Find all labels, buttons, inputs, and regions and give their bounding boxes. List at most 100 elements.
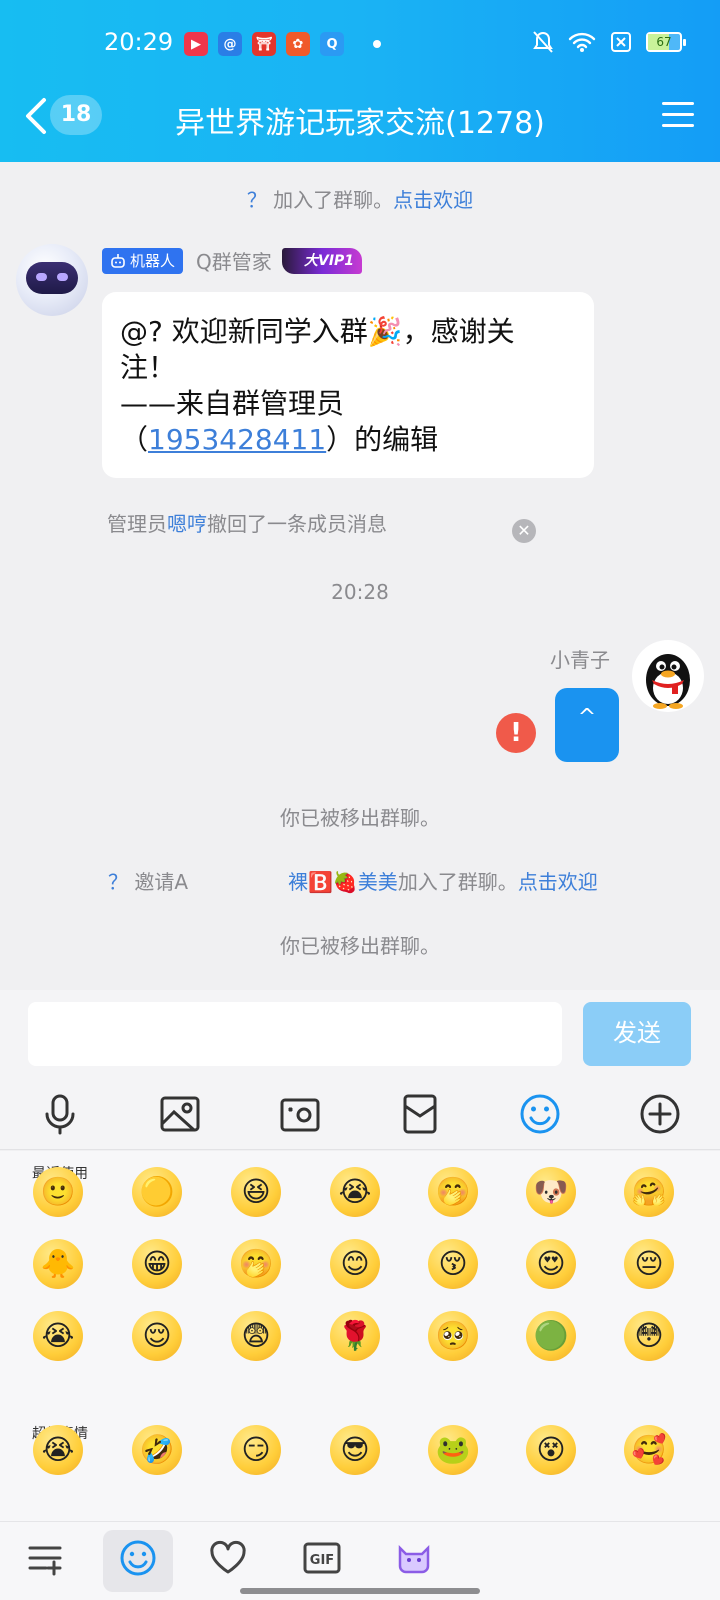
bot-sender-name[interactable]: Q群管家 [196,246,272,275]
recent-emoji[interactable]: 🟡 [132,1167,182,1217]
invite-joiner: 裸🅱️🍓美美加入了群聊。点击欢迎 [288,866,598,895]
battery-level: 67 [656,35,672,49]
smiley-tab-icon[interactable] [118,1538,158,1578]
super-emoji[interactable]: 😭 [33,1425,83,1475]
invitee-names[interactable]: 裸🅱️🍓美美 [288,870,398,894]
status-time: 20:29 [104,28,174,56]
super-emoji[interactable]: 😏 [231,1425,281,1475]
image-icon[interactable] [158,1092,202,1136]
join-text: 加入了群聊。 [273,188,394,212]
bot-message-bubble[interactable]: @? 欢迎新同学入群🎉，感谢关 注！ ——来自群管理员 （1953428411）… [102,292,594,478]
recent-emoji[interactable]: 😭 [330,1167,380,1217]
system-join-message: ？ 加入了群聊。点击欢迎 [0,184,720,213]
emoji-glyph: 😨 [241,1319,271,1352]
message-line: 注！ [120,351,177,384]
emoji-manage-icon[interactable] [26,1538,66,1578]
recent-emoji[interactable]: 😳 [624,1311,674,1361]
gif-icon[interactable]: GIF [302,1538,342,1578]
camera-icon[interactable] [278,1092,322,1136]
recent-emoji[interactable]: 🤭 [428,1167,478,1217]
emoji-glyph: 😍 [536,1247,566,1280]
invite-inviter: ？ 邀请A [108,866,188,895]
recent-emoji[interactable]: 🤭 [231,1239,281,1289]
my-avatar[interactable] [632,640,704,712]
message-line: （1953428411）的编辑 [120,422,576,458]
header-bar: 20:29 ▶ @ ⛩ ✿ Q 67 18 异世界游记玩家交流(1278) [0,0,720,162]
microphone-icon[interactable] [38,1092,82,1136]
super-emoji[interactable]: 🤣 [132,1425,182,1475]
video-app-icon: ▶ [184,32,208,56]
emoji-glyph: 😊 [340,1247,370,1280]
recent-emoji[interactable]: 🐶 [526,1167,576,1217]
recent-emoji[interactable]: 🥺 [428,1311,478,1361]
join-text: 加入了群聊。 [397,870,518,894]
red-packet-icon[interactable] [398,1092,442,1136]
bot-tag-badge: 机器人 [102,248,184,274]
paren-open: （ [120,423,149,456]
super-emoji[interactable]: 🐸 [428,1425,478,1475]
svg-text:GIF: GIF [310,1553,334,1568]
recent-emoji[interactable]: 😭 [33,1311,83,1361]
super-emoji[interactable]: 😎 [330,1425,380,1475]
menu-icon[interactable] [662,102,694,130]
heart-icon[interactable] [208,1538,248,1578]
mute-icon [533,31,553,53]
shop-app-icon: ⛩ [252,32,276,56]
emoji-glyph: 😏 [241,1433,271,1466]
battery-icon: 67 [646,32,686,52]
unknown-user[interactable]: ？ [247,188,267,212]
bot-avatar[interactable] [16,244,88,316]
emoji-glyph: 🥺 [435,1319,471,1352]
recall-admin-name[interactable]: 嗯哼 [167,512,207,536]
close-icon[interactable]: ✕ [512,519,536,543]
emoji-glyph: 😆 [241,1175,271,1208]
super-emoji[interactable]: 😵 [526,1425,576,1475]
emoji-glyph: 🤗 [631,1175,667,1208]
emoji-glyph: 🟢 [533,1319,569,1352]
send-button[interactable]: 发送 [583,1002,691,1066]
my-message-bubble[interactable]: ^ [555,688,619,762]
recent-emoji[interactable]: 😆 [231,1167,281,1217]
emoji-icon[interactable] [518,1092,562,1136]
super-emoji[interactable]: 🥰 [624,1425,674,1475]
recent-emoji[interactable]: 😚 [428,1239,478,1289]
sticker-cat-icon[interactable] [394,1538,434,1578]
recent-emoji[interactable]: 😍 [526,1239,576,1289]
home-indicator[interactable] [240,1588,480,1594]
status-app-icons: ▶ @ ⛩ ✿ Q [184,32,344,56]
recent-emoji[interactable]: 😨 [231,1311,281,1361]
welcome-link[interactable]: 点击欢迎 [518,870,598,894]
recent-emoji[interactable]: 😊 [330,1239,380,1289]
welcome-link[interactable]: 点击欢迎 [393,188,473,212]
recent-emoji[interactable]: 🤗 [624,1167,674,1217]
admin-qq-link[interactable]: 1953428411 [148,423,326,456]
plus-icon[interactable] [638,1092,682,1136]
robot-icon [111,254,125,268]
recent-emoji[interactable]: 😁 [132,1239,182,1289]
emoji-glyph: 🙂 [40,1175,76,1208]
emoji-glyph: 😵 [536,1433,566,1466]
unknown-user[interactable]: ？ [108,870,128,894]
qq-app-icon: Q [320,32,344,56]
emoji-glyph: 😭 [41,1319,75,1352]
invite-text: 邀请A [134,870,189,894]
send-failed-icon[interactable]: ! [496,713,536,753]
emoji-glyph: 😚 [438,1247,468,1280]
penguin-icon [646,654,690,709]
recent-emoji[interactable]: 🟢 [526,1311,576,1361]
message-input[interactable] [28,1002,562,1066]
recent-emoji[interactable]: 😔 [624,1239,674,1289]
recent-emoji[interactable]: 😌 [132,1311,182,1361]
my-sender-name: 小青子 [550,648,610,672]
emoji-panel: 最近使用 🙂🟡😆😭🤭🐶🤗🐥😁🤭😊😚😍😔😭😌😨🌹🥺🟢😳 超级表情 😭🤣😏😎🐸😵🥰 [0,1151,720,1521]
recent-emoji[interactable]: 🐥 [33,1239,83,1289]
recent-emoji[interactable]: 🙂 [33,1167,83,1217]
status-more-dot [373,40,381,48]
sim-icon [611,32,631,52]
emoji-glyph: 😳 [634,1319,664,1352]
emoji-glyph: 🐶 [533,1175,569,1208]
recent-emoji[interactable]: 🌹 [330,1311,380,1361]
input-row: 发送 [0,990,720,1074]
group-title[interactable]: 异世界游记玩家交流(1278) [0,98,720,142]
status-indicators: 67 [532,30,686,54]
